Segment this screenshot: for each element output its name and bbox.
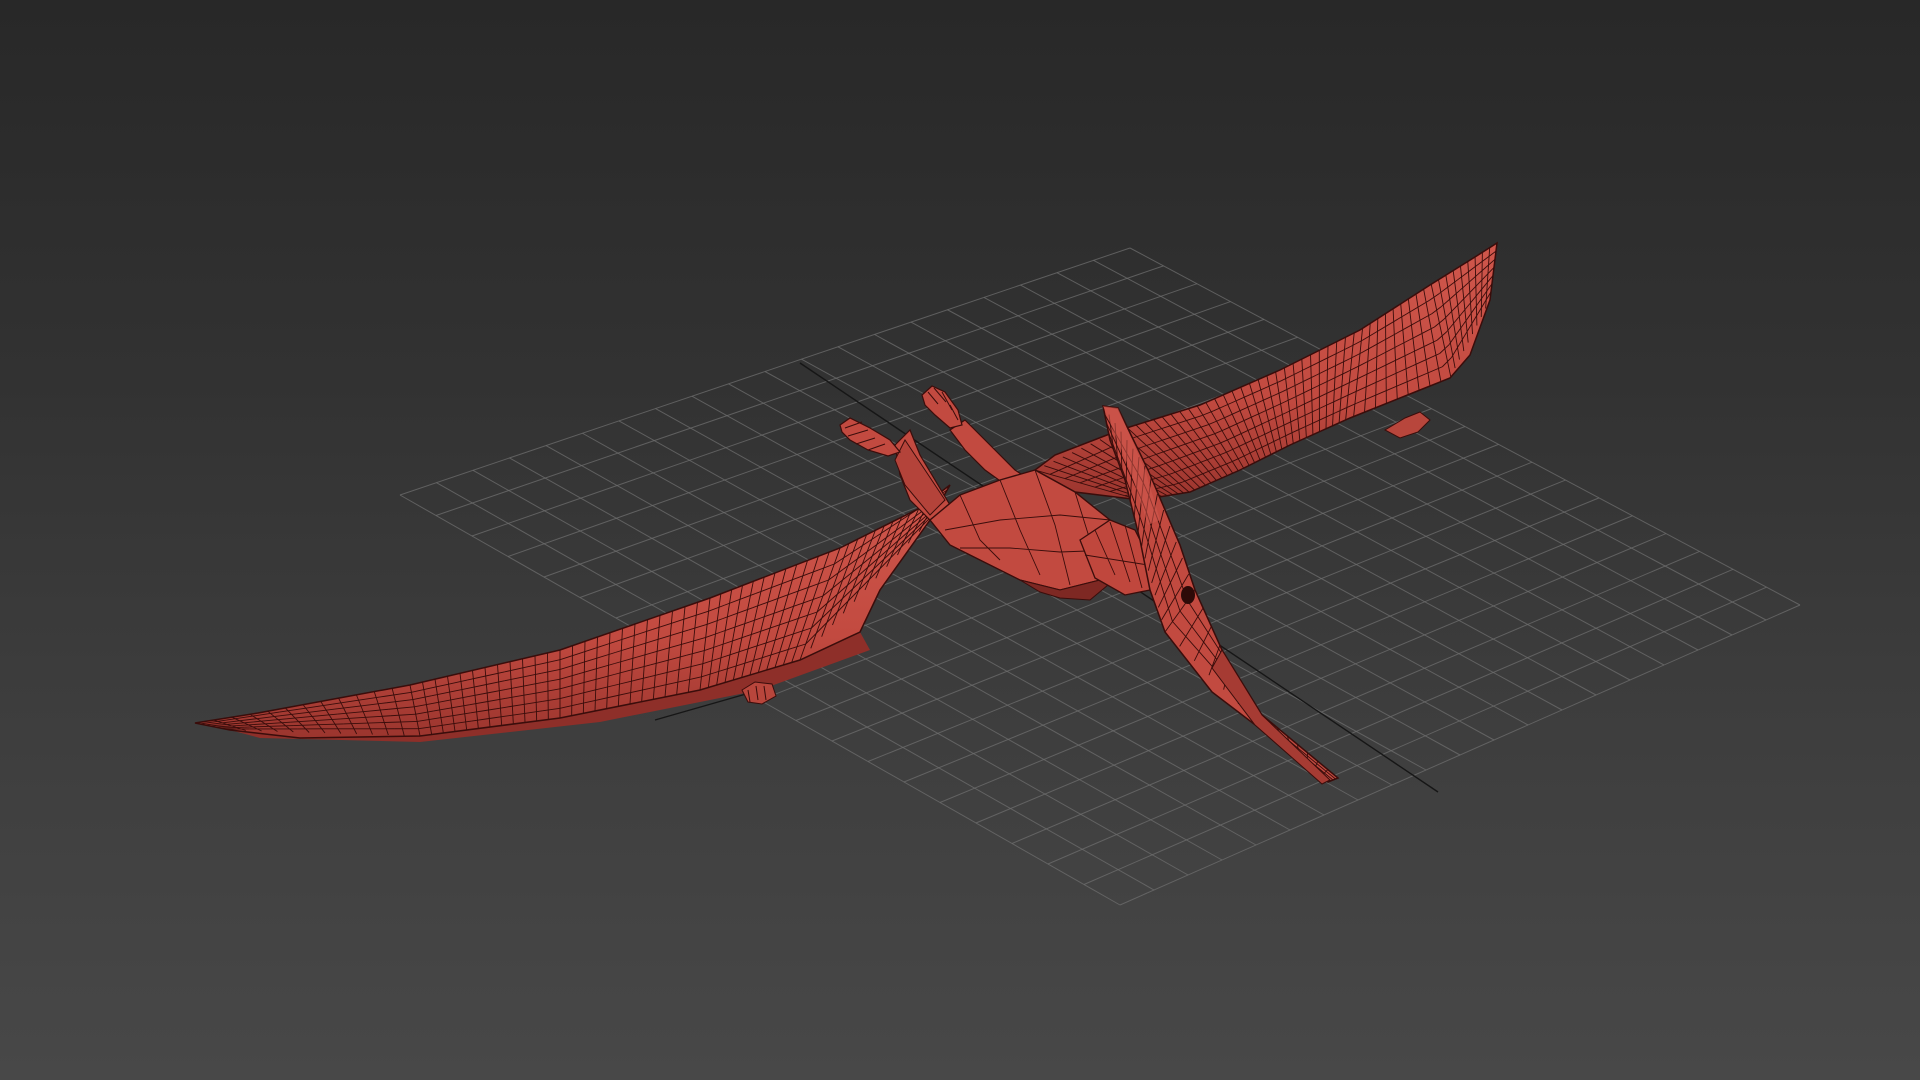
eye (1181, 586, 1195, 604)
pteranodon-wireframe-model[interactable] (194, 241, 1498, 785)
viewport-canvas[interactable] (0, 0, 1920, 1080)
grid-line (471, 283, 1198, 537)
grid-line (399, 247, 1131, 496)
left-wing[interactable] (194, 484, 951, 739)
grid-line (1047, 568, 1734, 865)
left-leg-upper (894, 439, 946, 516)
right-hand-claws (1383, 411, 1431, 439)
3d-viewport[interactable] (0, 0, 1920, 1080)
